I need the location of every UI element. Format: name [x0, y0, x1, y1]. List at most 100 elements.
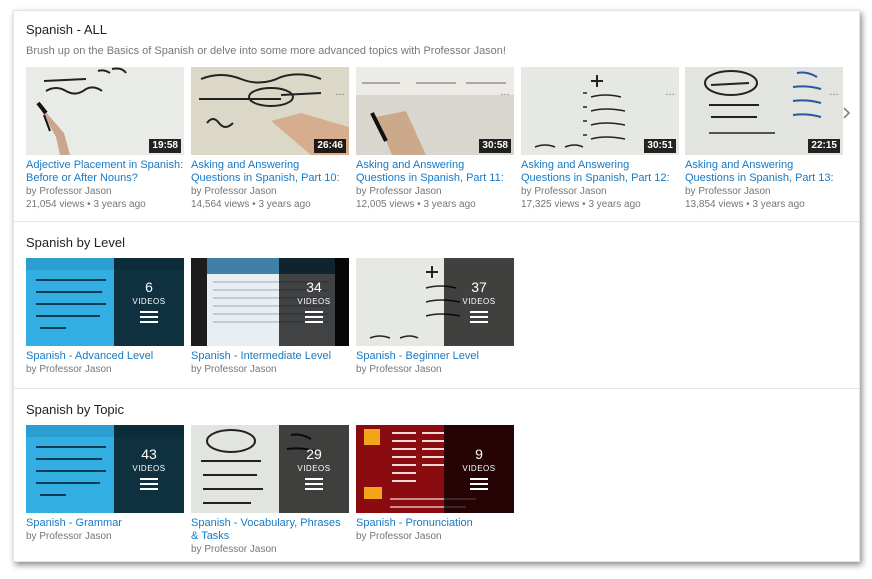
shelf-spanish-by-topic: Spanish by Topic 43 VIDEOS Spanish - Gra… [14, 388, 859, 561]
playlist-count-label: VIDEOS [462, 464, 496, 473]
playlist-channel[interactable]: by Professor Jason [26, 364, 184, 376]
video-duration: 22:15 [808, 139, 840, 153]
playlist-overlay: 34 VIDEOS [279, 258, 349, 346]
playlist-channel[interactable]: by Professor Jason [356, 364, 514, 376]
ellipsis-icon: … [665, 87, 675, 98]
playlist-count-label: VIDEOS [297, 297, 331, 306]
video-views: 12,005 views [356, 199, 415, 210]
video-channel[interactable]: by Professor Jason [191, 186, 349, 198]
playlist-count-label: VIDEOS [462, 297, 496, 306]
playlist-item[interactable]: 9 VIDEOS Spanish - Pronunciation by Prof… [356, 425, 514, 543]
playlist-title[interactable]: Spanish - Advanced Level [26, 350, 184, 363]
video-item[interactable]: 30:58 Asking and Answering Questions in … [356, 67, 514, 211]
video-meta: 17,325 views • 3 years ago [521, 199, 641, 210]
playlist-title[interactable]: Spanish - Pronunciation [356, 517, 514, 530]
shelf-title[interactable]: Spanish - ALL [26, 22, 107, 37]
video-duration: 26:46 [314, 139, 346, 153]
playlist-thumbnail[interactable]: 34 VIDEOS [191, 258, 349, 346]
playlist-count-label: VIDEOS [132, 297, 166, 306]
video-channel[interactable]: by Professor Jason [685, 186, 843, 198]
video-thumbnail[interactable]: 19:58 [26, 67, 184, 155]
playlist-overlay: 43 VIDEOS [114, 425, 184, 513]
video-views: 14,564 views [191, 199, 250, 210]
video-views: 21,054 views [26, 199, 85, 210]
ellipsis-icon: … [500, 87, 510, 98]
video-item[interactable]: 19:58 Adjective Placement in Spanish: Be… [26, 67, 184, 211]
playlist-icon [140, 311, 158, 323]
playlist-count-label: VIDEOS [297, 464, 331, 473]
video-age: 3 years ago [588, 199, 641, 210]
video-age: 3 years ago [258, 199, 311, 210]
video-title[interactable]: Asking and Answering Questions in Spanis… [191, 159, 349, 185]
playlist-video-count: 6 [145, 279, 153, 295]
ellipsis-icon: … [829, 87, 839, 98]
shelf-title[interactable]: Spanish by Topic [26, 402, 124, 417]
playlist-channel[interactable]: by Professor Jason [191, 364, 349, 376]
playlist-thumbnail[interactable]: 9 VIDEOS [356, 425, 514, 513]
playlist-video-count: 43 [141, 446, 157, 462]
shelf-spanish-by-level: Spanish by Level 6 VIDEOS Spanish - Adva… [14, 221, 859, 389]
video-item[interactable]: 26:46 Asking and Answering Questions in … [191, 67, 349, 211]
video-item[interactable]: 22:15 Asking and Answering Questions in … [685, 67, 843, 211]
playlist-channel[interactable]: by Professor Jason [26, 531, 184, 543]
playlist-icon [470, 311, 488, 323]
playlist-overlay: 9 VIDEOS [444, 425, 514, 513]
ellipsis-icon: … [335, 87, 345, 98]
video-thumbnail[interactable]: 30:51 [521, 67, 679, 155]
video-duration: 19:58 [149, 139, 181, 153]
playlist-title[interactable]: Spanish - Intermediate Level [191, 350, 349, 363]
playlist-thumbnail[interactable]: 29 VIDEOS [191, 425, 349, 513]
video-thumbnail[interactable]: 26:46 [191, 67, 349, 155]
video-channel[interactable]: by Professor Jason [26, 186, 184, 198]
playlist-item[interactable]: 43 VIDEOS Spanish - Grammar by Professor… [26, 425, 184, 543]
video-views: 17,325 views [521, 199, 580, 210]
video-item[interactable]: 30:51 Asking and Answering Questions in … [521, 67, 679, 211]
video-thumbnail[interactable]: 22:15 [685, 67, 843, 155]
video-title[interactable]: Asking and Answering Questions in Spanis… [521, 159, 679, 185]
video-title[interactable]: Asking and Answering Questions in Spanis… [685, 159, 843, 185]
video-age: 3 years ago [423, 199, 476, 210]
video-thumbnail[interactable]: 30:58 [356, 67, 514, 155]
playlist-icon [470, 478, 488, 490]
playlist-overlay: 29 VIDEOS [279, 425, 349, 513]
video-title[interactable]: Asking and Answering Questions in Spanis… [356, 159, 514, 185]
video-meta: 21,054 views • 3 years ago [26, 199, 146, 210]
channel-shelves: Spanish - ALL Brush up on the Basics of … [13, 10, 860, 562]
playlist-count-label: VIDEOS [132, 464, 166, 473]
playlist-item[interactable]: 6 VIDEOS Spanish - Advanced Level by Pro… [26, 258, 184, 376]
playlist-overlay: 37 VIDEOS [444, 258, 514, 346]
shelf-title[interactable]: Spanish by Level [26, 235, 125, 250]
video-age: 3 years ago [93, 199, 146, 210]
playlist-thumbnail[interactable]: 6 VIDEOS [26, 258, 184, 346]
playlist-item[interactable]: 34 VIDEOS Spanish - Intermediate Level b… [191, 258, 349, 376]
playlist-item[interactable]: 29 VIDEOS Spanish - Vocabulary, Phrases … [191, 425, 349, 556]
playlist-icon [140, 478, 158, 490]
video-meta: 14,564 views • 3 years ago [191, 199, 311, 210]
video-channel[interactable]: by Professor Jason [356, 186, 514, 198]
playlist-icon [305, 311, 323, 323]
playlist-video-count: 9 [475, 446, 483, 462]
playlist-title[interactable]: Spanish - Beginner Level [356, 350, 514, 363]
playlist-item[interactable]: 37 VIDEOS Spanish - Beginner Level by Pr… [356, 258, 514, 376]
playlist-thumbnail[interactable]: 37 VIDEOS [356, 258, 514, 346]
playlist-video-count: 37 [471, 279, 487, 295]
playlist-video-count: 34 [306, 279, 322, 295]
shelf-spanish-all: Spanish - ALL Brush up on the Basics of … [14, 11, 859, 221]
playlist-video-count: 29 [306, 446, 322, 462]
shelf-description: Brush up on the Basics of Spanish or del… [26, 45, 506, 57]
video-title[interactable]: Adjective Placement in Spanish: Before o… [26, 159, 184, 185]
chevron-right-icon [843, 107, 851, 119]
playlist-channel[interactable]: by Professor Jason [191, 544, 349, 556]
video-channel[interactable]: by Professor Jason [521, 186, 679, 198]
video-duration: 30:58 [479, 139, 511, 153]
playlist-thumbnail[interactable]: 43 VIDEOS [26, 425, 184, 513]
playlist-overlay: 6 VIDEOS [114, 258, 184, 346]
playlist-title[interactable]: Spanish - Vocabulary, Phrases & Tasks [191, 517, 349, 543]
video-meta: 12,005 views • 3 years ago [356, 199, 476, 210]
playlist-channel[interactable]: by Professor Jason [356, 531, 514, 543]
playlist-title[interactable]: Spanish - Grammar [26, 517, 184, 530]
video-views: 13,854 views [685, 199, 744, 210]
video-meta: 13,854 views • 3 years ago [685, 199, 805, 210]
shelf-next-button[interactable] [840, 103, 854, 123]
playlist-icon [305, 478, 323, 490]
